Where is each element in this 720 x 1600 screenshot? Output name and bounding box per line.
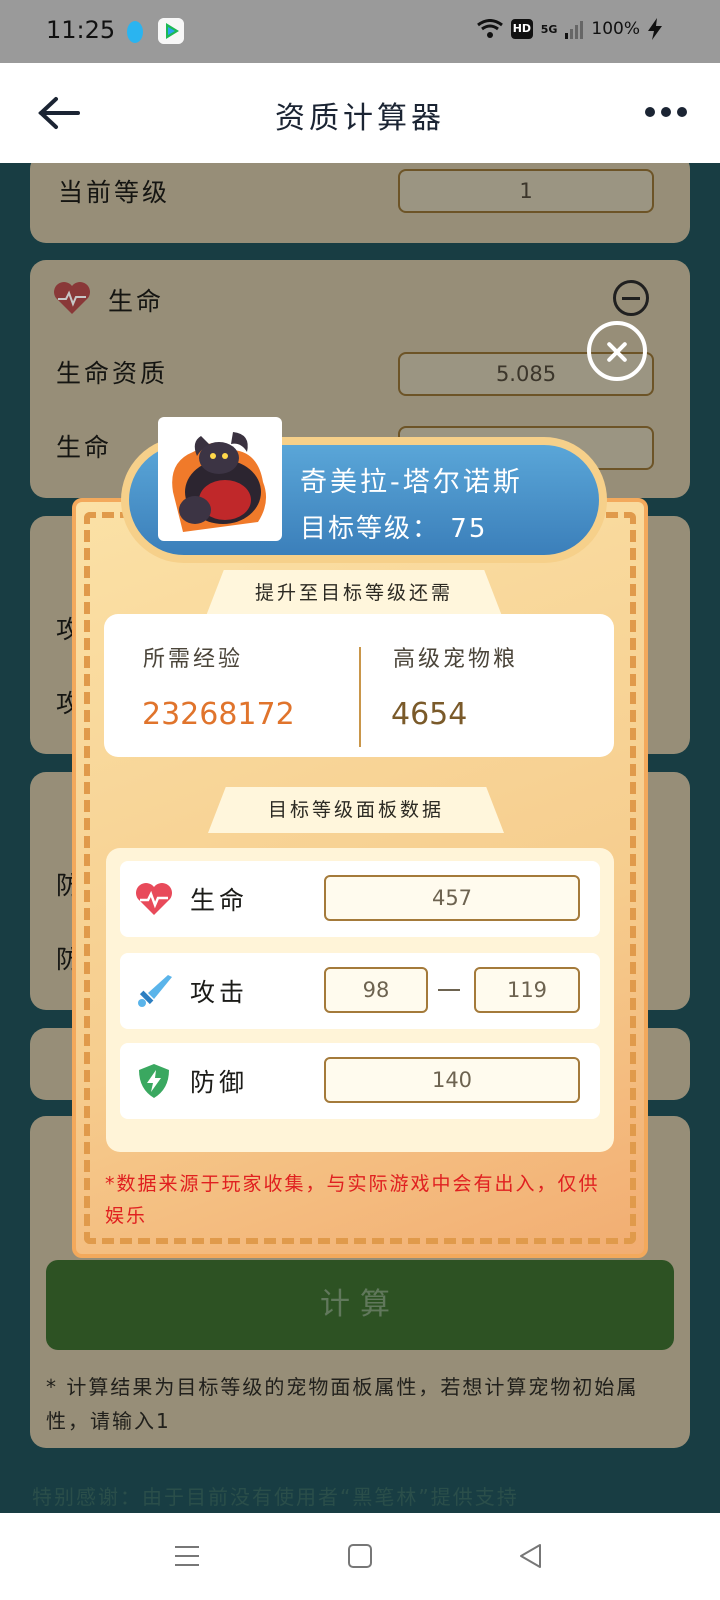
- life-row: 生命 457: [120, 861, 600, 937]
- network-type: 5G: [540, 22, 558, 36]
- app-header: 资质计算器: [0, 63, 720, 163]
- panel-data-tab: 目标等级面板数据: [208, 787, 504, 833]
- shield-icon: [139, 1064, 169, 1098]
- food-value: 4654: [391, 697, 468, 732]
- pet-portrait-image: [163, 422, 277, 536]
- more-options-icon[interactable]: [644, 105, 688, 119]
- stat-divider: [359, 647, 361, 747]
- status-right: HD 5G 100%: [476, 18, 662, 40]
- video-app-icon: [158, 18, 184, 44]
- data-disclaimer: *数据来源于玩家收集，与实际游戏中会有出入，仅供娱乐: [105, 1173, 600, 1227]
- exp-value: 23268172: [142, 697, 295, 732]
- signal-icon: [565, 21, 584, 39]
- page-title: 资质计算器: [275, 101, 445, 136]
- target-level-label: 目标等级：: [300, 514, 441, 544]
- food-label: 高级宠物粮: [393, 647, 519, 672]
- attack-min-value: 98: [324, 967, 428, 1013]
- charging-icon: [648, 18, 662, 40]
- pet-name: 奇美拉-塔尔诺斯: [300, 467, 523, 498]
- target-level-value: 75: [450, 514, 488, 544]
- life-label: 生命: [190, 886, 249, 915]
- attack-max-value: 119: [474, 967, 580, 1013]
- battery-level: 100%: [591, 19, 640, 39]
- hd-badge: HD: [510, 19, 533, 39]
- sword-icon: [138, 975, 172, 1007]
- menu-icon[interactable]: [172, 1541, 202, 1571]
- attack-row: 攻击 98 119: [120, 953, 600, 1029]
- attack-label: 攻击: [190, 978, 249, 1007]
- exp-label: 所需经验: [143, 647, 244, 672]
- system-nav-bar: [0, 1513, 720, 1600]
- requirements-tab: 提升至目标等级还需: [206, 570, 502, 616]
- defense-value: 140: [324, 1057, 580, 1103]
- status-bar: 11:25 HD 5G 100%: [0, 0, 720, 63]
- life-value: 457: [324, 875, 580, 921]
- heart-icon: [136, 883, 172, 915]
- back-icon[interactable]: [516, 1541, 546, 1571]
- wifi-icon: [476, 19, 503, 38]
- defense-label: 防御: [190, 1068, 249, 1097]
- close-icon[interactable]: [587, 321, 647, 381]
- qq-icon: [127, 21, 143, 43]
- home-icon[interactable]: [345, 1541, 375, 1571]
- target-level: 目标等级： 75: [300, 508, 487, 545]
- pet-avatar: [158, 417, 282, 541]
- status-time: 11:25: [46, 16, 116, 44]
- range-dash: [438, 989, 460, 991]
- defense-row: 防御 140: [120, 1043, 600, 1119]
